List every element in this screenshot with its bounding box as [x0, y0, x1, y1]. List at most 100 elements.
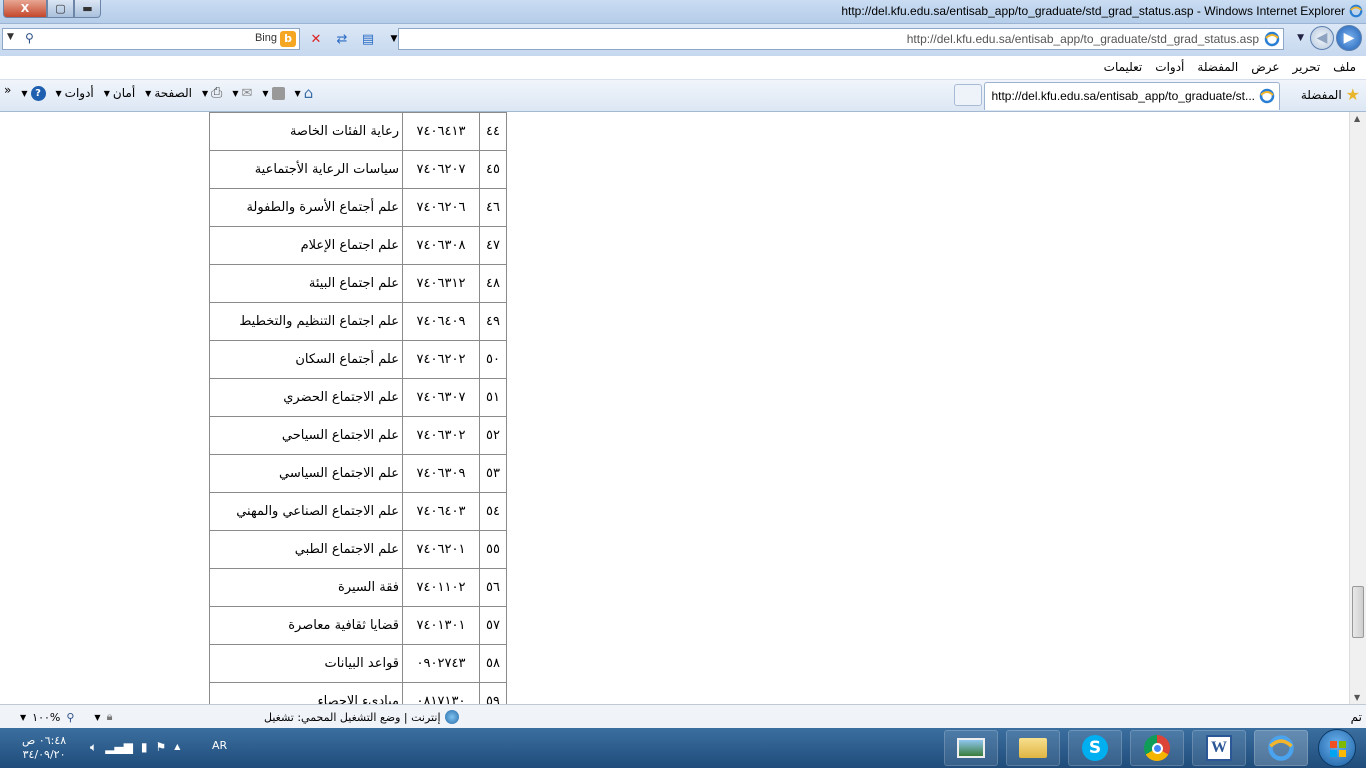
courses-table: ٤٤ ٧٤٠٦٤١٣ رعاية الفئات الخاصة ٤٥ ٧٤٠٦٢٠٧ سيا…	[209, 112, 507, 704]
help-chevron-icon: ▼	[21, 88, 28, 98]
lock-icon: 🔒︎	[106, 710, 113, 723]
tab-active[interactable]: http://del.kfu.edu.sa/entisab_app/to_gra…	[984, 82, 1280, 110]
clock-time: ٠٦:٤٨ ص	[22, 734, 67, 747]
power-icon[interactable]: ▮	[141, 740, 148, 755]
course-number-cell: ٥٢	[479, 416, 507, 455]
back-button[interactable]: ▶	[1336, 25, 1362, 51]
course-number-cell: ٥٧	[479, 606, 507, 645]
course-number-cell: ٤٤	[479, 112, 507, 151]
new-tab-button[interactable]	[954, 84, 982, 106]
scroll-thumb[interactable]	[1352, 586, 1364, 638]
window-title: http://del.kfu.edu.sa/entisab_app/to_gra…	[841, 4, 1345, 18]
menu-file[interactable]: ملف	[1333, 60, 1356, 74]
course-name-cell: علم الاجتماع السياسي	[209, 454, 403, 493]
course-number-cell: ٤٦	[479, 188, 507, 227]
course-name-cell: علم اجتماع التنظيم والتخطيط	[209, 302, 403, 341]
print-button[interactable]: ▼ ⎙	[202, 85, 222, 101]
safety-chevron-icon: ▼	[103, 88, 110, 98]
course-name-cell: علم الاجتماع السياحي	[209, 416, 403, 455]
course-code-cell: ٧٤٠١١٠٢	[402, 568, 480, 607]
menu-help[interactable]: تعليمات	[1104, 60, 1143, 74]
security-zone[interactable]: إنترنت | وضع التشغيل المحمي: تشغيل	[264, 710, 459, 724]
course-code-cell: ٧٤٠٦٣٠٩	[402, 454, 480, 493]
refresh-icon[interactable]: ⇄	[332, 30, 352, 48]
taskbar-skype-icon[interactable]: S	[1068, 730, 1122, 766]
course-code-cell: ٧٤٠٦٣٠٢	[402, 416, 480, 455]
table-row: ٤٤ ٧٤٠٦٤١٣ رعاية الفئات الخاصة	[209, 112, 507, 151]
safety-menu-button[interactable]: ▼ أمان	[104, 86, 135, 100]
menu-favorites[interactable]: المفضلة	[1197, 60, 1238, 74]
search-options-chevron-icon[interactable]: ▼	[7, 32, 14, 42]
command-overflow-icon[interactable]: »	[4, 83, 11, 97]
page-menu-button[interactable]: ▼ الصفحة	[145, 86, 192, 100]
volume-icon[interactable]: 🔈︎	[90, 740, 97, 755]
zoom-control[interactable]: ▼ ١٠٠% ⚲ ▼ 🔒︎	[20, 710, 112, 724]
window-controls: X ▢ ▬	[3, 0, 101, 18]
course-number-cell: ٥٦	[479, 568, 507, 607]
course-name-cell: مبادىء الإحصاء	[209, 682, 403, 704]
action-center-flag-icon[interactable]: ⚑	[156, 740, 167, 755]
stop-icon[interactable]: ✕	[306, 30, 326, 48]
vertical-scrollbar[interactable]: ▲ ▼	[1349, 112, 1366, 704]
maximize-window-button[interactable]: ▢	[47, 0, 74, 18]
network-signal-icon[interactable]: ▂▄▆	[105, 740, 133, 755]
search-box[interactable]: ▼ ⚲ Bing b	[2, 28, 300, 50]
read-mail-button[interactable]: ▼ ✉	[232, 86, 252, 101]
course-number-cell: ٤٧	[479, 226, 507, 265]
ie-logo-icon	[1349, 4, 1363, 18]
tools-menu-button[interactable]: ▼ أدوات	[56, 86, 94, 100]
help-menu-button[interactable]: ▼ ?	[21, 85, 46, 101]
recent-pages-chevron-icon[interactable]: ▼	[1297, 33, 1304, 43]
course-name-cell: قضايا ثقافية معاصرة	[209, 606, 403, 645]
course-code-cell: ٧٤٠٦٣١٢	[402, 264, 480, 303]
menu-bar: ملف تحرير عرض المفضلة أدوات تعليمات	[0, 56, 1366, 80]
address-url[interactable]: http://del.kfu.edu.sa/entisab_app/to_gra…	[907, 32, 1259, 46]
course-code-cell: ٧٤٠٦٤٠٩	[402, 302, 480, 341]
input-language-indicator[interactable]: AR	[212, 739, 227, 752]
taskbar-explorer-folder-icon[interactable]	[1006, 730, 1060, 766]
table-row: ٥٦ ٧٤٠١١٠٢ فقة السيرة	[209, 568, 507, 607]
course-number-cell: ٥٣	[479, 454, 507, 493]
course-code-cell: ٧٤٠٦٢٠٧	[402, 150, 480, 189]
feeds-button[interactable]: ▼	[262, 86, 285, 100]
compatibility-view-icon[interactable]: ▤	[358, 30, 378, 48]
course-name-cell: سياسات الرعاية الأجتماعية	[209, 150, 403, 189]
course-number-cell: ٥٥	[479, 530, 507, 569]
table-row: ٤٥ ٧٤٠٦٢٠٧ سياسات الرعاية الأجتماعية	[209, 150, 507, 189]
forward-button[interactable]: ◀	[1310, 26, 1334, 50]
course-number-cell: ٤٨	[479, 264, 507, 303]
course-name-cell: فقة السيرة	[209, 568, 403, 607]
table-row: ٤٦ ٧٤٠٦٢٠٦ علم أجتماع الأسرة والطفولة	[209, 188, 507, 227]
taskbar-word-icon[interactable]: W	[1192, 730, 1246, 766]
start-button[interactable]	[1318, 729, 1356, 767]
clock-date: ٣٤/٠٩/٢٠	[22, 748, 66, 761]
taskbar-photo-viewer-icon[interactable]	[944, 730, 998, 766]
table-row: ٥٧ ٧٤٠١٣٠١ قضايا ثقافية معاصرة	[209, 606, 507, 645]
navigation-buttons: ▼ ◀ ▶	[1297, 25, 1362, 51]
status-text: تم	[1350, 710, 1362, 724]
course-number-cell: ٥٤	[479, 492, 507, 531]
show-hidden-icons-chevron-icon[interactable]: ▲	[174, 742, 180, 755]
minimize-window-button[interactable]: ▬	[74, 0, 101, 18]
menu-edit[interactable]: تحرير	[1293, 60, 1321, 74]
course-code-cell: ٧٤٠٦٤١٣	[402, 112, 480, 151]
clock[interactable]: ٠٦:٤٨ ص ٣٤/٠٩/٢٠	[22, 734, 66, 762]
address-bar[interactable]: http://del.kfu.edu.sa/entisab_app/to_gra…	[398, 28, 1284, 50]
taskbar-chrome-icon[interactable]	[1130, 730, 1184, 766]
address-actions: ✕ ⇄ ▤ ▼	[306, 30, 404, 48]
menu-view[interactable]: عرض	[1251, 60, 1279, 74]
taskbar-internet-explorer-icon[interactable]	[1254, 730, 1308, 766]
favorites-button[interactable]: المفضلة ★	[1301, 85, 1360, 104]
windows-logo-icon	[1330, 741, 1346, 757]
scroll-up-icon[interactable]: ▲	[1354, 114, 1360, 123]
close-window-button[interactable]: X	[3, 0, 47, 18]
search-icon[interactable]: ⚲	[25, 31, 34, 45]
courses-table-body: ٤٤ ٧٤٠٦٤١٣ رعاية الفئات الخاصة ٤٥ ٧٤٠٦٢٠٧ سيا…	[209, 112, 507, 704]
scroll-down-icon[interactable]: ▼	[1354, 693, 1360, 702]
zoom-magnifier-icon: ⚲	[66, 710, 75, 724]
command-bar: » ▼ ? ▼ أدوات ▼ أمان ▼ الصفحة ▼ ⎙ ▼ ✉ ▼	[4, 83, 314, 102]
home-button[interactable]: ▼ ⌂	[295, 84, 314, 102]
menu-tools[interactable]: أدوات	[1155, 60, 1184, 74]
course-code-cell: ٧٤٠٦٢٠٦	[402, 188, 480, 227]
table-row: ٥٩ ٠٨١٧١٣٠ مبادىء الإحصاء	[209, 682, 507, 704]
